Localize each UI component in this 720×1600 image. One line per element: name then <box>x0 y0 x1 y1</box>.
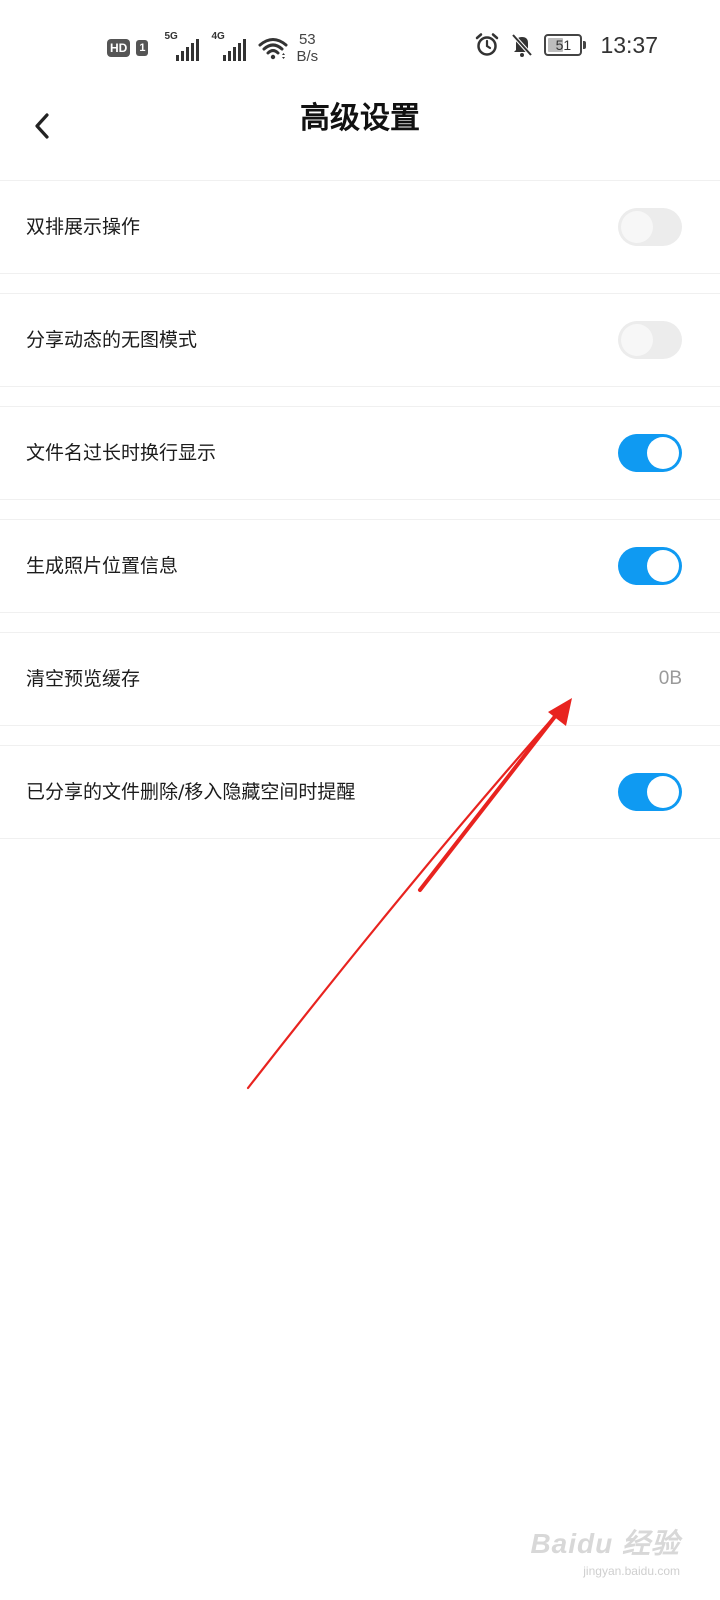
setting-label: 文件名过长时换行显示 <box>26 442 217 464</box>
alarm-icon <box>474 32 500 58</box>
watermark-main: Baidu 经验 <box>530 1528 680 1559</box>
signal-5g-icon: 5G <box>164 31 200 61</box>
notifications-muted-icon <box>510 32 534 58</box>
status-bar: HD 1 5G 4G 53 B/s 51 13:37 <box>0 0 720 90</box>
status-left: HD 1 5G 4G 53 B/s <box>107 28 318 68</box>
setting-label: 已分享的文件删除/移入隐藏空间时提醒 <box>26 781 356 803</box>
setting-double-row-actions[interactable]: 双排展示操作 <box>0 180 720 274</box>
network-speed: 53 B/s <box>296 31 318 65</box>
cache-size-value: 0B <box>658 668 682 689</box>
setting-share-no-image-mode[interactable]: 分享动态的无图模式 <box>0 293 720 387</box>
watermark: Baidu 经验 jingyan.baidu.com <box>530 1522 680 1578</box>
settings-list: 双排展示操作 分享动态的无图模式 文件名过长时换行显示 生成照片位置信息 清空预… <box>0 180 720 858</box>
sim-badge: 1 <box>136 40 149 56</box>
toggle-switch[interactable] <box>618 773 682 811</box>
setting-photo-location-info[interactable]: 生成照片位置信息 <box>0 519 720 613</box>
battery-icon: 51 <box>544 34 587 56</box>
wifi-icon <box>258 36 288 60</box>
setting-label: 生成照片位置信息 <box>26 555 179 577</box>
toggle-switch[interactable] <box>618 321 682 359</box>
signal-4g-icon: 4G <box>211 31 247 61</box>
watermark-sub: jingyan.baidu.com <box>583 1564 680 1578</box>
speed-value: 53 <box>298 31 316 48</box>
setting-label: 双排展示操作 <box>26 216 141 238</box>
battery-level: 51 <box>555 37 572 53</box>
toggle-switch[interactable] <box>618 547 682 585</box>
setting-shared-file-delete-reminder[interactable]: 已分享的文件删除/移入隐藏空间时提醒 <box>0 745 720 839</box>
setting-wrap-long-filenames[interactable]: 文件名过长时换行显示 <box>0 406 720 500</box>
status-time: 13:37 <box>600 31 658 58</box>
header: 高级设置 <box>0 90 720 180</box>
setting-label: 清空预览缓存 <box>26 668 141 690</box>
toggle-switch[interactable] <box>618 434 682 472</box>
setting-clear-preview-cache[interactable]: 清空预览缓存 0B <box>0 632 720 726</box>
net2-label: 4G <box>211 31 225 42</box>
hd-badge: HD <box>107 39 131 57</box>
speed-unit: B/s <box>296 48 319 65</box>
page-title: 高级设置 <box>300 101 420 136</box>
setting-label: 分享动态的无图模式 <box>26 329 198 351</box>
toggle-switch[interactable] <box>618 208 682 246</box>
net1-label: 5G <box>164 31 178 42</box>
status-right: 51 13:37 <box>474 28 658 62</box>
screen: HD 1 5G 4G 53 B/s 51 13:37 高级设置 双排展示操作 分… <box>0 0 720 1600</box>
